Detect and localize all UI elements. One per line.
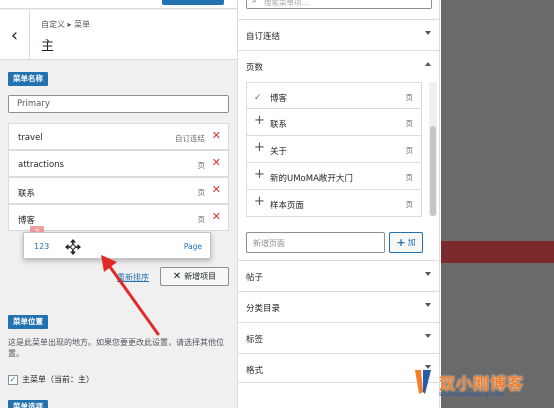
delete-icon[interactable]: ✕ bbox=[212, 156, 221, 169]
chevron-left-icon: ‹ bbox=[10, 24, 19, 46]
menu-name-input[interactable]: Primary bbox=[8, 95, 229, 113]
new-page-placeholder: 新增页面 bbox=[253, 239, 285, 248]
section-pages[interactable]: 页数 bbox=[238, 50, 439, 80]
pages-list: ✓ 博客 页 + 联系 页 + 关于 页 + 新的UMoMA敞开大门 页 + 样… bbox=[246, 82, 422, 217]
caret-down-icon bbox=[425, 303, 431, 307]
search-icon: ⌕ bbox=[252, 0, 258, 6]
page-item[interactable]: + 关于 页 bbox=[246, 136, 422, 163]
menu-item-title: attractions bbox=[18, 160, 64, 170]
page-type: 页 bbox=[405, 119, 414, 128]
page-title: 关于 bbox=[270, 147, 288, 157]
section-label: 帖子 bbox=[246, 273, 264, 283]
plus-icon: + bbox=[254, 140, 265, 155]
menu-item[interactable]: travel 自订连结 ✕ bbox=[8, 123, 229, 150]
page-item[interactable]: ✓ 博客 页 bbox=[246, 82, 422, 109]
available-menu-items-panel: ⌕ 搜索菜单项... 自订连结 页数 ✓ 博客 页 + 联系 页 + 关于 页 … bbox=[238, 0, 440, 408]
menu-item-title: travel bbox=[18, 133, 43, 143]
menu-item[interactable]: attractions 页 ✕ bbox=[8, 150, 229, 177]
delete-icon[interactable]: ✕ bbox=[212, 183, 221, 196]
reorder-link[interactable]: 重新排序 bbox=[117, 272, 149, 283]
section-posts[interactable]: 帖子 bbox=[238, 260, 439, 290]
page-title: 联系 bbox=[270, 120, 288, 130]
page-type: 页 bbox=[405, 146, 414, 155]
menu-item-title: 123 bbox=[34, 242, 50, 251]
plus-icon: + bbox=[254, 194, 265, 209]
breadcrumb: 自定义 ▸ 菜单 bbox=[41, 20, 91, 29]
menu-item-title: 联系 bbox=[18, 189, 36, 199]
plus-icon: + bbox=[254, 113, 265, 128]
section-label: 分类目录 bbox=[246, 304, 281, 314]
menu-name-label: 菜单名称 bbox=[8, 72, 48, 86]
delete-icon[interactable]: ✕ bbox=[212, 210, 221, 223]
menu-item-type: 自订连结 bbox=[175, 134, 205, 143]
menu-item-type: 页 bbox=[197, 161, 206, 170]
watermark-logo-icon bbox=[415, 370, 431, 394]
menu-item-type: 页 bbox=[197, 188, 206, 197]
delete-icon[interactable]: ✕ bbox=[212, 129, 221, 142]
site-preview-overlay bbox=[441, 0, 554, 408]
publish-button[interactable] bbox=[162, 0, 224, 5]
page-type: 页 bbox=[405, 93, 414, 102]
page-title: 新的UMoMA敞开大门 bbox=[270, 174, 353, 184]
page-title: 博客 bbox=[270, 94, 288, 104]
move-cursor-icon bbox=[65, 239, 81, 255]
section-tags[interactable]: 标签 bbox=[238, 322, 439, 352]
add-page-label: 加 bbox=[407, 238, 416, 247]
primary-location-checkbox[interactable]: ✓ 主菜单（当前：主） bbox=[8, 374, 94, 385]
search-input[interactable]: ⌕ 搜索菜单项... bbox=[246, 0, 432, 9]
menu-item[interactable]: 联系 页 ✕ bbox=[8, 177, 229, 204]
customizer-menu-panel: ‹ 自定义 ▸ 菜单 主 菜单名称 Primary travel 自订连结 ✕ … bbox=[0, 0, 238, 408]
section-custom-links[interactable]: 自订连结 bbox=[238, 19, 439, 49]
caret-down-icon bbox=[425, 31, 431, 35]
page-type: 页 bbox=[405, 173, 414, 182]
section-categories[interactable]: 分类目录 bbox=[238, 291, 439, 321]
top-bar bbox=[0, 0, 237, 9]
caret-down-icon bbox=[425, 334, 431, 338]
checkbox[interactable]: ✓ bbox=[8, 374, 18, 385]
menu-item-type: 页 bbox=[197, 215, 206, 224]
add-items-button[interactable]: ✕ 新增项目 bbox=[160, 267, 229, 286]
page-item[interactable]: + 联系 页 bbox=[246, 109, 422, 136]
section-header: ‹ 自定义 ▸ 菜单 主 bbox=[0, 10, 237, 60]
checkbox-label: 主菜单（当前：主） bbox=[22, 375, 94, 384]
page-title: 主 bbox=[41, 39, 55, 54]
menu-locations-description: 这是此菜单出现的地方。如果您要更改此设置，请选择其他位置。 bbox=[8, 338, 224, 358]
new-page-input[interactable]: 新增页面 bbox=[246, 232, 385, 253]
menu-options-label: 菜单选项 bbox=[8, 400, 48, 408]
page-item[interactable]: + 样本页面 页 bbox=[246, 190, 422, 217]
section-label: 标签 bbox=[246, 335, 264, 345]
add-items-label: 新增项目 bbox=[184, 272, 217, 281]
close-icon: ✕ bbox=[172, 271, 182, 282]
search-placeholder: 搜索菜单项... bbox=[264, 0, 309, 7]
page-type: 页 bbox=[405, 200, 414, 209]
section-formats[interactable]: 格式 bbox=[238, 353, 439, 383]
add-page-button[interactable]: + 加 bbox=[389, 232, 423, 253]
plus-icon: + bbox=[396, 236, 406, 249]
back-button[interactable]: ‹ bbox=[0, 10, 30, 60]
page-title: 样本页面 bbox=[270, 201, 305, 211]
caret-up-icon bbox=[425, 62, 431, 66]
menu-item-title: 博客 bbox=[18, 216, 36, 226]
section-label: 页数 bbox=[246, 63, 264, 73]
section-label: 格式 bbox=[246, 366, 264, 376]
check-icon: ✓ bbox=[254, 93, 262, 103]
section-label: 自订连结 bbox=[246, 32, 281, 42]
caret-down-icon bbox=[425, 272, 431, 276]
plus-icon: + bbox=[254, 167, 265, 182]
preview-banner bbox=[441, 241, 554, 263]
menu-locations-label: 菜单位置 bbox=[8, 315, 48, 329]
dragged-menu-item[interactable]: 123 Page bbox=[23, 232, 211, 259]
page-item[interactable]: + 新的UMoMA敞开大门 页 bbox=[246, 163, 422, 190]
menu-item-type: Page bbox=[183, 242, 202, 251]
scrollbar-thumb[interactable] bbox=[430, 126, 436, 216]
watermark-subtext: shuangxiaogang.com bbox=[439, 391, 504, 398]
